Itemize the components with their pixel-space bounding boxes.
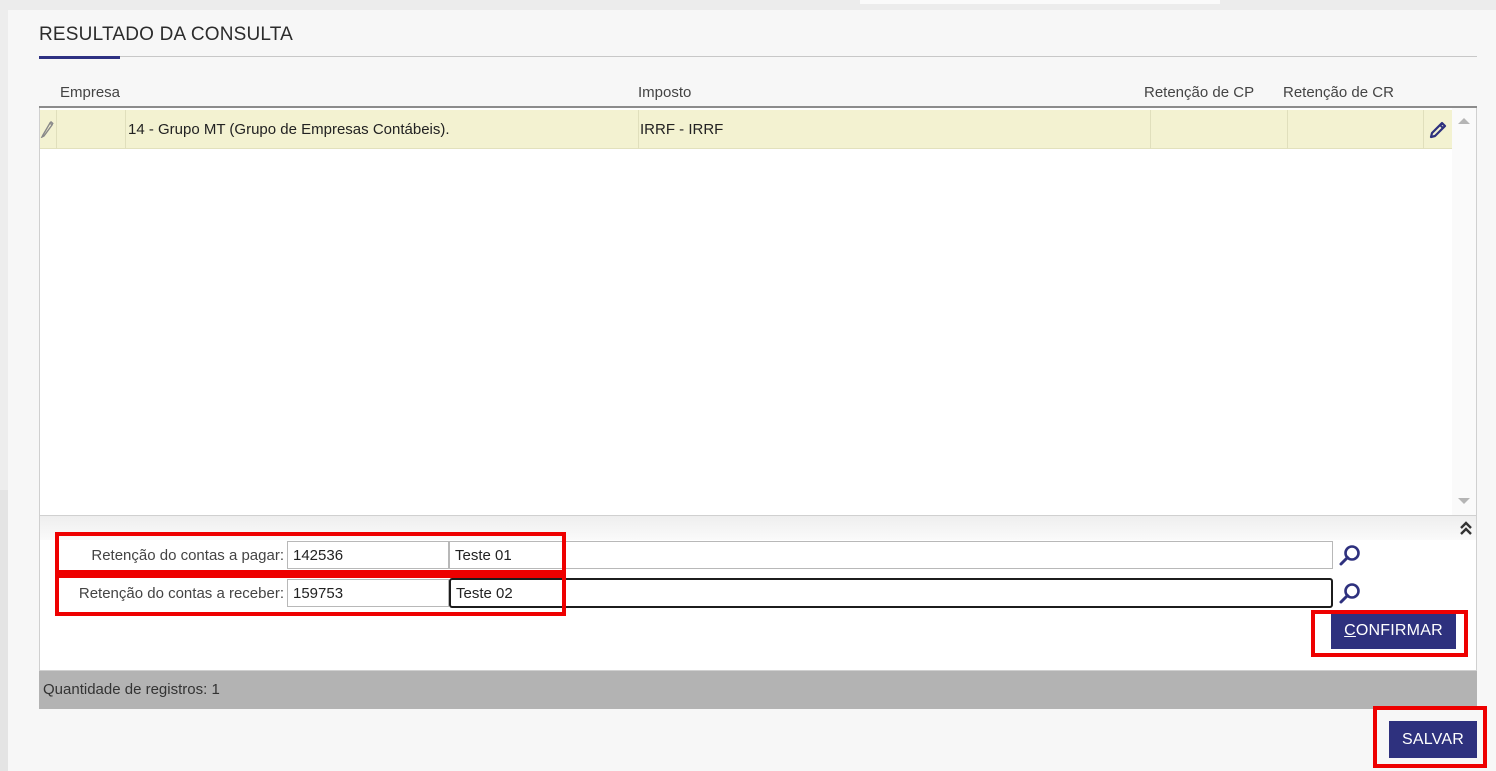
row-separator [1287, 110, 1288, 149]
column-header-empresa[interactable]: Empresa [60, 84, 120, 101]
cell-empresa: 14 - Grupo MT (Grupo de Empresas Contábe… [128, 121, 450, 138]
retencao-receber-description-input[interactable] [449, 578, 1333, 608]
column-header-imposto[interactable]: Imposto [638, 84, 691, 101]
table-row[interactable]: 14 - Grupo MT (Grupo de Empresas Contábe… [40, 110, 1452, 149]
lookup-pagar-button[interactable] [1336, 541, 1364, 569]
column-header-retencao-cr[interactable]: Retenção de CR [1283, 84, 1394, 101]
cell-imposto: IRRF - IRRF [640, 121, 724, 138]
row-separator [1150, 110, 1151, 149]
record-count-value: 1 [211, 681, 220, 698]
scroll-down-arrow-icon[interactable] [1458, 498, 1470, 504]
confirm-button[interactable]: C ONFIRMAR [1331, 613, 1456, 649]
column-header-retencao-cp[interactable]: Retenção de CP [1144, 84, 1254, 101]
lookup-receber-button[interactable] [1336, 579, 1364, 607]
pencil-icon [40, 120, 54, 138]
form-panel-header [40, 516, 1476, 540]
title-divider [39, 56, 1477, 57]
title-accent [39, 56, 120, 59]
retencao-pagar-code-input[interactable] [287, 541, 449, 569]
confirm-button-mnemonic: C [1344, 622, 1356, 639]
label-retencao-receber: Retenção do contas a receber: [78, 585, 284, 602]
confirm-button-label: ONFIRMAR [1355, 622, 1443, 639]
grid-scrollbar[interactable] [1452, 108, 1476, 516]
scroll-up-arrow-icon[interactable] [1458, 118, 1470, 124]
record-count-bar: Quantidade de registros: 1 [39, 671, 1477, 709]
row-edit-button[interactable] [1424, 110, 1452, 149]
edit-icon [1429, 121, 1447, 138]
double-chevron-up-icon[interactable] [1459, 520, 1473, 536]
magnifier-icon [1339, 545, 1360, 566]
label-retencao-pagar: Retenção do contas a pagar: [91, 547, 284, 564]
magnifier-icon [1339, 583, 1360, 604]
grid-header: Empresa Imposto Retenção de CP Retenção … [39, 80, 1477, 108]
grid-body: 14 - Grupo MT (Grupo de Empresas Contábe… [39, 108, 1477, 516]
row-separator [56, 110, 57, 149]
section-title: RESULTADO DA CONSULTA [39, 24, 294, 45]
retencao-pagar-description-input[interactable] [449, 541, 1333, 569]
save-button[interactable]: SALVAR [1389, 721, 1477, 758]
top-strip-highlight [860, 0, 1220, 4]
row-separator [638, 110, 639, 149]
left-edge-shade [0, 490, 8, 771]
row-separator [125, 110, 126, 149]
retencao-receber-code-input[interactable] [287, 579, 449, 607]
top-strip [0, 0, 1496, 10]
record-count-label: Quantidade de registros: [43, 681, 208, 698]
